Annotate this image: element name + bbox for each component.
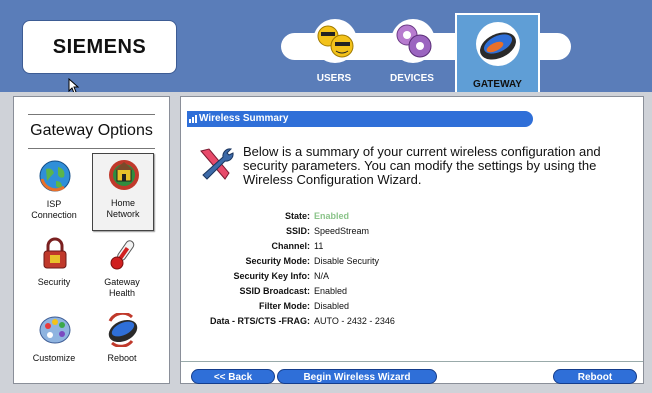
sidebar-item-label-line1: Gateway [104, 277, 140, 287]
tab-devices-label: DEVICES [390, 73, 434, 84]
field-row-rts-cts-frag: Data - RTS/CTS -FRAG: AUTO - 2432 - 2346 [181, 314, 645, 328]
field-row-state: State: Enabled [181, 209, 645, 223]
wrench-tools-icon [200, 148, 234, 180]
sidebar-item-label-line1: Home [110, 198, 135, 208]
field-row-security-key-info: Security Key Info: N/A [181, 269, 645, 283]
siemens-logo: SIEMENS [22, 20, 177, 74]
wireless-summary-panel: Wireless Summary Below is a summary of y… [180, 96, 644, 384]
field-label: Filter Mode: [259, 301, 310, 311]
field-row-ssid: SSID: SpeedStream [181, 224, 645, 238]
sidebar-item-label-line1: Customize [32, 353, 76, 363]
tab-devices[interactable]: DEVICES [376, 14, 448, 86]
smiley-users-icon [313, 19, 357, 63]
sidebar-item-label: Home Network [93, 198, 153, 220]
field-value-state: Enabled [314, 211, 350, 221]
field-row-ssid-broadcast: SSID Broadcast: Enabled [181, 284, 645, 298]
sidebar-item-label: ISP Connection [24, 199, 84, 221]
field-value: AUTO - 2432 - 2346 [314, 316, 395, 326]
section-title: Wireless Summary [199, 113, 289, 124]
field-row-security-mode: Security Mode: Disable Security [181, 254, 645, 268]
sidebar-item-customize[interactable]: Customize [24, 309, 84, 385]
tab-users-label: USERS [316, 73, 352, 84]
back-button[interactable]: << Back [191, 369, 275, 384]
gateway-options-sidebar: Gateway Options ISP Connection Home Netw… [13, 96, 170, 384]
field-label: SSID Broadcast: [239, 286, 310, 296]
sidebar-item-reboot[interactable]: Reboot [92, 309, 152, 385]
field-label: SSID: [285, 226, 310, 236]
field-label: Channel: [271, 241, 310, 251]
begin-wireless-wizard-button[interactable]: Begin Wireless Wizard [277, 369, 437, 384]
padlock-icon [43, 237, 67, 269]
reboot-button[interactable]: Reboot [553, 369, 637, 384]
field-row-channel: Channel: 11 [181, 239, 645, 253]
reboot-icon [108, 313, 138, 347]
sidebar-item-label-line1: ISP [46, 199, 62, 209]
sidebar-item-label-line1: Security [37, 277, 71, 287]
sidebar-divider [28, 148, 155, 149]
field-value: 11 [314, 241, 324, 251]
sidebar-item-label: Security [24, 277, 84, 288]
field-value: N/A [314, 271, 330, 281]
sidebar-item-home-network[interactable]: Home Network [92, 153, 154, 231]
field-value: Enabled [314, 286, 348, 296]
sidebar-item-security[interactable]: Security [24, 233, 84, 309]
field-value: Disable Security [314, 256, 380, 266]
sidebar-item-isp-connection[interactable]: ISP Connection [24, 155, 84, 231]
sidebar-item-label-line2: Connection [31, 210, 77, 220]
palette-icon [39, 316, 71, 344]
sidebar-divider-top [28, 114, 155, 115]
field-label: Data - RTS/CTS -FRAG: [210, 316, 310, 326]
field-label: Security Key Info: [233, 271, 310, 281]
gateway-icon [476, 22, 520, 66]
field-label: State: [284, 211, 310, 221]
sidebar-item-label-line1: Reboot [107, 353, 137, 363]
tab-users[interactable]: USERS [298, 14, 370, 86]
footer-divider [181, 361, 643, 362]
field-row-filter-mode: Filter Mode: Disabled [181, 299, 645, 313]
sidebar-title: Gateway Options [30, 122, 153, 139]
field-value: SpeedStream [314, 226, 370, 236]
tab-gateway-label: GATEWAY [473, 79, 522, 90]
home-network-icon [109, 160, 139, 190]
brand-name: SIEMENS [52, 35, 147, 58]
sidebar-item-label-line2: Health [108, 288, 135, 298]
sidebar-item-label: Gateway Health [92, 277, 152, 299]
field-label: Security Mode: [245, 256, 310, 266]
intro-text: Below is a summary of your current wirel… [243, 144, 601, 187]
sidebar-item-label: Reboot [92, 353, 152, 364]
globe-icon [39, 160, 71, 192]
field-value: Disabled [314, 301, 350, 311]
thermometer-icon [110, 240, 135, 270]
tab-gateway[interactable]: GATEWAY [455, 13, 540, 92]
sidebar-item-gateway-health[interactable]: Gateway Health [92, 233, 152, 309]
bar-chart-icon [189, 115, 197, 123]
devices-icon [391, 19, 435, 63]
sidebar-item-label: Customize [24, 353, 84, 364]
sidebar-item-label-line2: Network [106, 209, 140, 219]
section-title-bar: Wireless Summary [187, 111, 533, 127]
